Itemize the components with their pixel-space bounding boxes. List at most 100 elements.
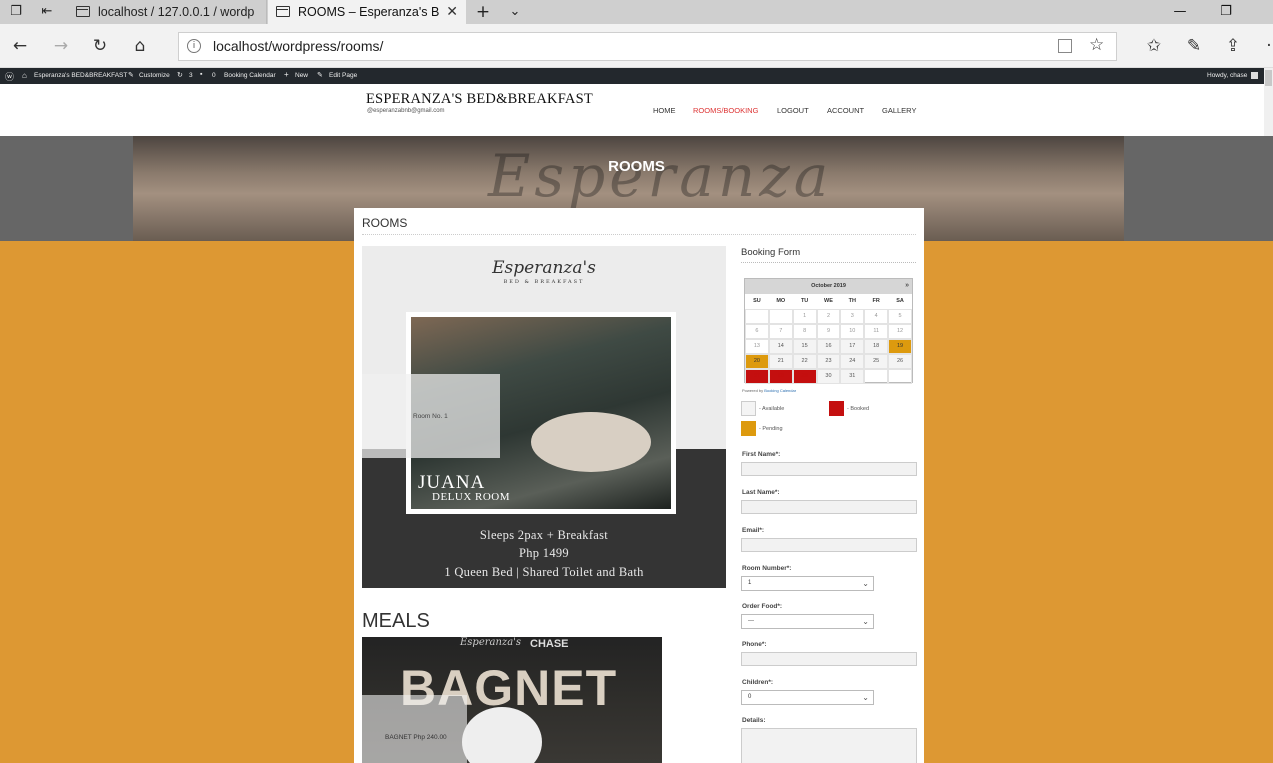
weekday-header: WE xyxy=(824,298,833,304)
calendar-day[interactable]: 21 xyxy=(768,354,793,369)
calendar-day[interactable]: 26 xyxy=(888,354,912,369)
calendar-day[interactable]: 16 xyxy=(816,339,841,354)
info-icon[interactable]: i xyxy=(187,39,201,53)
room-card[interactable]: Esperanza's BED & BREAKFAST Room No. 1 J… xyxy=(362,246,726,588)
calendar-day[interactable]: 19 xyxy=(888,339,912,354)
calendar-day[interactable]: 18 xyxy=(864,339,889,354)
favorite-star-icon[interactable]: ☆ xyxy=(1089,35,1104,55)
calendar-day[interactable]: 24 xyxy=(840,354,865,369)
calendar-month: October 2019 xyxy=(811,283,846,289)
calendar-day[interactable]: 8 xyxy=(792,324,817,339)
brush-icon: ✎ xyxy=(128,72,134,79)
admin-new-link[interactable]: New xyxy=(295,72,308,79)
children-select[interactable]: 0 ⌄ xyxy=(741,690,874,705)
room-info-line: Sleeps 2pax + Breakfast xyxy=(479,528,609,542)
powered-link[interactable]: Booking Calendar xyxy=(764,388,796,393)
avatar[interactable] xyxy=(1251,72,1258,79)
admin-booking-link[interactable]: Booking Calendar xyxy=(224,72,276,79)
calendar-day[interactable]: 20 xyxy=(745,354,769,369)
reading-view-icon[interactable] xyxy=(1058,39,1072,53)
calendar-day[interactable]: 12 xyxy=(888,324,912,339)
calendar-day[interactable]: 6 xyxy=(745,324,769,339)
calendar-day[interactable]: 14 xyxy=(768,339,793,354)
maximize-button[interactable]: ❐ xyxy=(1203,0,1249,24)
admin-customize-link[interactable]: Customize xyxy=(139,72,170,79)
calendar-day[interactable]: 3 xyxy=(840,309,865,324)
tab-phpmyadmin[interactable]: localhost / 127.0.0.1 / wordp xyxy=(68,0,267,24)
chevron-down-icon[interactable]: ⌄ xyxy=(506,3,524,21)
admin-edit-link[interactable]: Edit Page xyxy=(329,72,357,79)
admin-updates-count[interactable]: 3 xyxy=(189,72,193,79)
new-tab-icon[interactable]: + xyxy=(474,3,492,21)
site-email: @esperanzabnb@gmail.com xyxy=(367,108,445,114)
room-label-overlay[interactable]: Room No. 1 xyxy=(362,374,500,458)
order-food-select[interactable]: --- ⌄ xyxy=(741,614,874,629)
minimize-button[interactable]: — xyxy=(1157,0,1203,24)
site-title[interactable]: ESPERANZA'S BED&BREAKFAST xyxy=(366,91,593,108)
address-bar[interactable]: i localhost/wordpress/rooms/ ☆ xyxy=(178,32,1117,61)
pen-icon[interactable]: ✎ xyxy=(1183,35,1205,57)
tab-rooms[interactable]: ROOMS – Esperanza's B ✕ xyxy=(268,0,466,24)
first-name-field[interactable] xyxy=(741,462,917,476)
calendar-day[interactable]: 11 xyxy=(864,324,889,339)
calendar-day[interactable]: 17 xyxy=(840,339,865,354)
tab-title: ROOMS – Esperanza's B xyxy=(298,5,440,19)
calendar-day[interactable]: 15 xyxy=(792,339,817,354)
url-text: localhost/wordpress/rooms/ xyxy=(213,38,384,54)
calendar-day[interactable]: 31 xyxy=(840,369,865,384)
poster-logo: Esperanza's BED & BREAKFAST xyxy=(362,258,726,285)
nav-rooms-booking[interactable]: ROOMS/BOOKING xyxy=(693,106,758,115)
next-month-button[interactable]: » xyxy=(905,279,909,292)
calendar-day[interactable]: 5 xyxy=(888,309,912,324)
more-icon[interactable]: · xyxy=(1258,35,1273,57)
calendar-day[interactable]: 27 xyxy=(745,369,769,384)
calendar-day[interactable]: 9 xyxy=(816,324,841,339)
last-name-label: Last Name*: xyxy=(742,489,780,496)
favorites-icon[interactable]: ✩ xyxy=(1143,35,1165,57)
calendar-day[interactable]: 4 xyxy=(864,309,889,324)
room-number-select[interactable]: 1 ⌄ xyxy=(741,576,874,591)
powered-text: Powered by xyxy=(742,388,764,393)
set-aside-tabs-icon[interactable]: ⇤ xyxy=(38,3,56,21)
plus-icon: + xyxy=(284,70,289,79)
wordpress-icon[interactable]: ⓦ xyxy=(5,70,14,83)
calendar-day[interactable]: 29 xyxy=(792,369,817,384)
phone-field[interactable] xyxy=(741,652,917,666)
booking-calendar[interactable]: October 2019 » SU MO TU WE TH FR SA 1 2 3 4 5 6 7 8 9 10… xyxy=(744,278,913,384)
scrollbar-thumb[interactable] xyxy=(1265,70,1272,86)
share-icon[interactable]: ⇪ xyxy=(1222,35,1244,57)
calendar-day[interactable]: 7 xyxy=(768,324,793,339)
legend-pending-swatch xyxy=(741,421,756,436)
admin-site-link[interactable]: Esperanza's BED&BREAKFAST xyxy=(34,72,127,79)
details-textarea[interactable] xyxy=(741,728,917,763)
nav-account[interactable]: ACCOUNT xyxy=(827,106,864,115)
calendar-day[interactable]: 10 xyxy=(840,324,865,339)
last-name-field[interactable] xyxy=(741,500,917,514)
admin-comments-count[interactable]: 0 xyxy=(212,72,216,79)
calendar-day[interactable]: 30 xyxy=(816,369,841,384)
email-field[interactable] xyxy=(741,538,917,552)
nav-logout[interactable]: LOGOUT xyxy=(777,106,809,115)
back-icon[interactable]: ← xyxy=(9,35,31,57)
meal-label-overlay[interactable]: BAGNET Php 240.00 xyxy=(362,695,467,763)
refresh-icon[interactable]: ↻ xyxy=(89,35,111,57)
calendar-day[interactable]: 1 xyxy=(792,309,817,324)
calendar-day[interactable]: 25 xyxy=(864,354,889,369)
forward-icon[interactable]: → xyxy=(50,35,72,57)
browser-tab-bar: ❐ ⇤ localhost / 127.0.0.1 / wordp ROOMS … xyxy=(0,0,1273,24)
meal-card[interactable]: Esperanza's CHASE BAGNET BAGNET Php 240.… xyxy=(362,637,662,763)
meal-poster-logo: Esperanza's xyxy=(460,637,522,648)
admin-greeting[interactable]: Howdy, chase xyxy=(1207,72,1247,79)
home-icon[interactable]: ⌂ xyxy=(129,35,151,57)
nav-home[interactable]: HOME xyxy=(653,106,676,115)
calendar-day[interactable]: 2 xyxy=(816,309,841,324)
calendar-day[interactable]: 28 xyxy=(768,369,793,384)
booking-form-title: Booking Form xyxy=(741,247,801,258)
wp-admin-bar: ⓦ ⌂ Esperanza's BED&BREAKFAST ✎ Customiz… xyxy=(0,68,1273,84)
calendar-day[interactable]: 22 xyxy=(792,354,817,369)
tab-manager-icon[interactable]: ❐ xyxy=(7,3,25,21)
calendar-day[interactable]: 23 xyxy=(816,354,841,369)
calendar-day[interactable]: 13 xyxy=(745,339,769,354)
close-tab-icon[interactable]: ✕ xyxy=(446,0,458,24)
nav-gallery[interactable]: GALLERY xyxy=(882,106,916,115)
